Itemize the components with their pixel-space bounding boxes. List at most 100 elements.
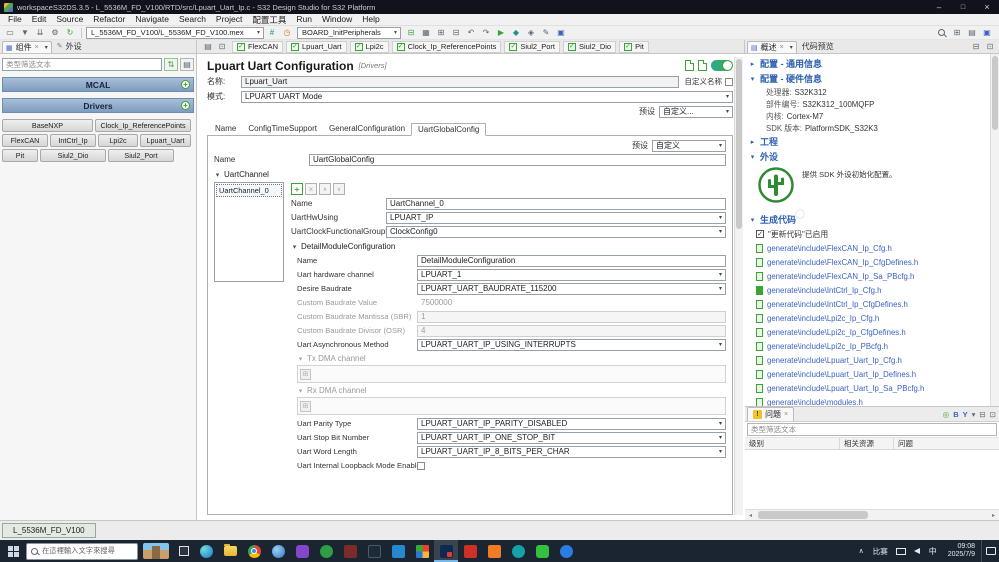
peripheral-toggle-siul2-port[interactable]: Siul2_Port	[504, 40, 560, 53]
parity-select[interactable]: LPUART_UART_IP_PARITY_DISABLED	[417, 417, 726, 430]
expand-icon[interactable]	[749, 138, 756, 146]
close-tab-icon[interactable]	[784, 411, 788, 418]
channel-name-input[interactable]: UartChannel_0	[386, 197, 726, 210]
editor-scrollbar[interactable]	[734, 57, 743, 515]
uartchannel-section-header[interactable]: UartChannel	[214, 168, 726, 181]
component-siul2-dio[interactable]: Siul2_Dio	[40, 149, 106, 162]
hw-channel-select[interactable]: LPUART_1	[417, 268, 726, 281]
component-intctrl-ip[interactable]: IntCtrl_Ip	[50, 134, 96, 147]
peripheral-toggle-lpuart-uart[interactable]: Lpuart_Uart	[286, 40, 347, 53]
peripheral-toggle-flexcan[interactable]: FlexCAN	[232, 40, 284, 53]
file-link-generate-include-flexcan-ip-cfgdefines-h[interactable]: generate\include\FlexCAN_Ip_CfgDefines.h	[756, 255, 990, 269]
undo-icon[interactable]: ↶	[464, 26, 478, 39]
component-siul2-port[interactable]: Siul2_Port	[108, 149, 174, 162]
group-mcal[interactable]: MCAL	[2, 77, 194, 92]
config-tab-configtimesupport[interactable]: ConfigTimeSupport	[242, 122, 323, 135]
taskbar-app-blue-app[interactable]	[554, 540, 578, 562]
taskbar-app-orange-app[interactable]	[482, 540, 506, 562]
editor-menu-icon[interactable]: ▤	[201, 40, 215, 53]
menu-edit[interactable]: Edit	[27, 14, 52, 26]
minimize-view-icon[interactable]	[969, 40, 983, 53]
skip-icon[interactable]: ▣	[554, 26, 568, 39]
menu-[interactable]: 配置工具	[247, 14, 291, 26]
filter-b-icon[interactable]: B	[953, 410, 958, 419]
loopback-checkbox[interactable]	[417, 461, 425, 470]
preset-select[interactable]: 自定义...	[659, 105, 733, 118]
config-file-combo[interactable]: L_5536M_FD_V100/L_5536M_FD_V100.mex	[86, 26, 264, 39]
run-icon[interactable]: ▶	[494, 26, 508, 39]
section-hardware-info[interactable]: 配置 - 硬件信息	[749, 71, 990, 86]
pin-editor-icon[interactable]: ⊡	[215, 40, 229, 53]
column-header-[interactable]: 相关资源	[840, 438, 894, 449]
collapse-icon[interactable]	[749, 153, 756, 161]
ime-indicator[interactable]: 中	[924, 546, 942, 557]
uartchannel-list-item[interactable]: UartChannel_0	[216, 184, 282, 197]
update-code-checkbox[interactable]	[756, 230, 764, 238]
sync-icon[interactable]: ⇅	[164, 58, 178, 71]
clocks-icon[interactable]: ◷	[280, 26, 294, 39]
maximize-button[interactable]	[951, 0, 975, 14]
file-link-generate-include-modules-h[interactable]: generate\include\modules.h	[756, 395, 990, 406]
view-menu-icon[interactable]: ▾	[972, 410, 976, 419]
menu-search[interactable]: Search	[174, 14, 211, 26]
taskbar-app-explorer[interactable]	[218, 540, 242, 562]
taskbar-app-terminal[interactable]	[362, 540, 386, 562]
scrollbar-thumb[interactable]	[736, 59, 742, 229]
menu-window[interactable]: Window	[317, 14, 357, 26]
taskbar-app-office[interactable]	[410, 540, 434, 562]
collapse-icon[interactable]	[214, 171, 221, 179]
taskbar-app-teal-app[interactable]	[506, 540, 530, 562]
inner-preset-select[interactable]: 自定义	[652, 139, 726, 152]
peripheral-toggle-clock-ip-referencepoints[interactable]: Clock_Ip_ReferencePoints	[391, 40, 502, 53]
global-config-name-input[interactable]: UartGlobalConfig	[309, 153, 726, 166]
peripherals-icon[interactable]: ⊟	[404, 26, 418, 39]
file-link-generate-include-lpi2c-ip-pbcfg-h[interactable]: generate\include\Lpi2c_Ip_PBcfg.h	[756, 339, 990, 353]
detail-name-input[interactable]: DetailModuleConfiguration	[417, 254, 726, 267]
tray-expand-icon[interactable]	[854, 547, 869, 555]
menu-refactor[interactable]: Refactor	[88, 14, 130, 26]
peripheral-toggle-lpi2c[interactable]: Lpi2c	[349, 40, 389, 53]
menu-source[interactable]: Source	[51, 14, 88, 26]
group-drivers[interactable]: Drivers	[2, 98, 194, 113]
settings-icon[interactable]: ⚙	[48, 26, 62, 39]
peripheral-toggle-pit[interactable]: Pit	[619, 40, 649, 53]
mode-select[interactable]: LPUART UART Mode	[241, 90, 733, 103]
custom-name-checkbox[interactable]	[725, 77, 733, 86]
maximize-view-icon[interactable]	[983, 40, 997, 53]
uarthwusing-select[interactable]: LPUART_IP	[386, 211, 726, 224]
taskbar-app-pdf[interactable]	[458, 540, 482, 562]
component-enabled-toggle[interactable]	[711, 60, 733, 71]
file-link-generate-include-lpuart-uart-ip-cfg-h[interactable]: generate\include\Lpuart_Uart_Ip_Cfg.h	[756, 353, 990, 367]
update-code-icon[interactable]: ↻	[63, 26, 77, 39]
component-lpi2c[interactable]: Lpi2c	[98, 134, 138, 147]
new-icon[interactable]: ▭	[3, 26, 17, 39]
collapse-icon[interactable]	[749, 75, 756, 83]
stop-bit-select[interactable]: LPUART_UART_IP_ONE_STOP_BIT	[417, 431, 726, 444]
collapse-icon[interactable]	[749, 216, 756, 224]
collapse-all-icon[interactable]: ⊟	[449, 26, 463, 39]
component-clock-ip-referencepoints[interactable]: Clock_Ip_ReferencePoints	[95, 119, 191, 132]
component-flexcan[interactable]: FlexCAN	[2, 134, 48, 147]
tab-peripherals-view[interactable]: 外设	[52, 39, 87, 53]
add-channel-button[interactable]	[291, 183, 303, 195]
baudrate-select[interactable]: LPUART_UART_BAUDRATE_115200	[417, 282, 726, 295]
collapse-icon[interactable]	[291, 243, 298, 251]
redo-icon[interactable]: ↷	[479, 26, 493, 39]
tab-code-preview[interactable]: 代码预览	[797, 39, 839, 53]
taskbar-app-s32ds[interactable]	[434, 540, 458, 562]
view-menu-icon[interactable]: ▤	[180, 58, 194, 71]
component-basenxp[interactable]: BaseNXP	[2, 119, 93, 132]
generate-code-icon[interactable]	[685, 60, 694, 71]
quick-access-search-icon[interactable]	[934, 26, 948, 39]
tab-problems[interactable]: 问题	[747, 407, 795, 421]
component-name-input[interactable]: Lpuart_Uart	[241, 75, 679, 88]
taskbar-app-dev[interactable]	[338, 540, 362, 562]
taskbar-app-wechat[interactable]	[530, 540, 554, 562]
config-tab-uartglobalconfig[interactable]: UartGlobalConfig	[411, 123, 487, 136]
menu-navigate[interactable]: Navigate	[130, 14, 174, 26]
clear-icon[interactable]: ◎	[943, 410, 950, 419]
section-generated-code[interactable]: 生成代码	[749, 212, 990, 227]
word-length-select[interactable]: LPUART_UART_IP_8_BITS_PER_CHAR	[417, 445, 726, 458]
problems-filter-input[interactable]	[747, 423, 997, 436]
component-filter-input[interactable]	[2, 58, 162, 71]
